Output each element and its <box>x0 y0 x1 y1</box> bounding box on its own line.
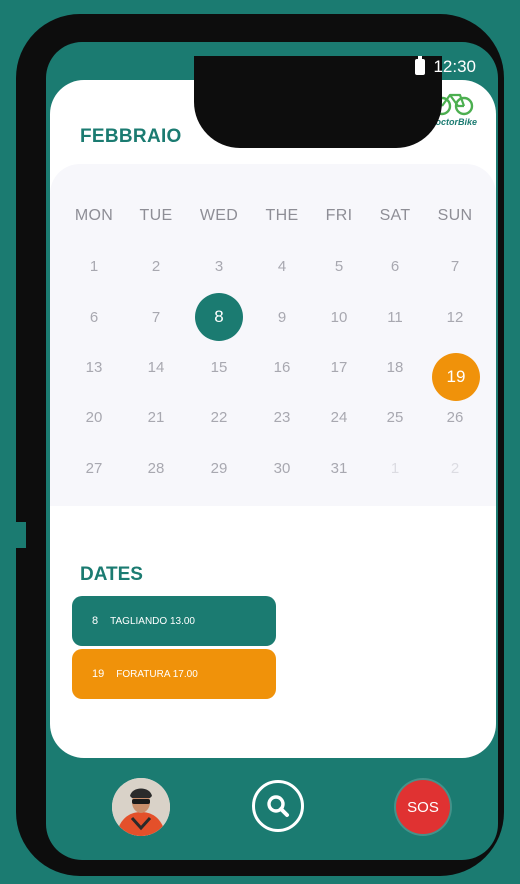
calendar-day[interactable]: 27 <box>69 448 119 488</box>
calendar-day-next-month: 1 <box>390 459 400 477</box>
calendar-day[interactable]: 22 <box>194 397 244 437</box>
month-title: FEBBRAIO <box>80 126 182 147</box>
search-icon <box>267 795 289 817</box>
sos-button[interactable]: SOS <box>396 780 450 834</box>
calendar-day[interactable]: 17 <box>314 347 364 387</box>
calendar-day[interactable]: 20 <box>69 397 119 437</box>
appointment-card[interactable]: 19 FORATURA 17.00 <box>72 649 276 699</box>
calendar-card: DoctorBike FEBBRAIO MON TUE WED THE FRI … <box>50 80 496 758</box>
appointment-day: 8 <box>92 615 99 627</box>
profile-avatar[interactable] <box>112 778 170 836</box>
appointment-card[interactable]: 8 TAGLIANDO 13.00 <box>72 596 276 646</box>
calendar-day[interactable]: 2 <box>131 246 181 286</box>
dates-section-title: DATES <box>80 564 143 585</box>
appointment-label: TAGLIANDO 13.00 <box>110 615 195 627</box>
calendar-day[interactable]: 28 <box>131 448 181 488</box>
weekday-label: SAT <box>379 207 411 224</box>
calendar-day[interactable]: 21 <box>131 397 181 437</box>
week-row: 1 2 3 4 5 6 7 <box>50 246 496 286</box>
calendar-day[interactable]: 5 <box>314 246 364 286</box>
phone-notch <box>194 56 442 148</box>
status-time: 12:30 <box>433 57 476 76</box>
calendar-day[interactable]: 11 <box>370 297 420 337</box>
battery-icon <box>415 56 426 75</box>
appointment-day: 19 <box>92 668 105 680</box>
calendar-day[interactable]: 9 <box>257 297 307 337</box>
appointment-label: FORATURA 17.00 <box>116 668 198 680</box>
phone-screen: DoctorBike FEBBRAIO MON TUE WED THE FRI … <box>46 42 498 860</box>
calendar-day[interactable]: 25 <box>370 397 420 437</box>
phone-side-button-gap <box>12 522 26 548</box>
bottom-navigation: SOS <box>46 762 498 860</box>
weekday-row: MON TUE WED THE FRI SAT SUN <box>50 196 496 236</box>
calendar-day[interactable]: 31 <box>314 448 364 488</box>
selected-day-label: 8 <box>214 307 224 326</box>
selected-day-marker[interactable]: 8 <box>195 293 243 341</box>
weekday-label: WED <box>199 207 239 224</box>
calendar-day[interactable]: 30 <box>257 448 307 488</box>
calendar-day[interactable]: 10 <box>314 297 364 337</box>
calendar-day[interactable]: 6 <box>370 246 420 286</box>
calendar-day[interactable]: 23 <box>257 397 307 437</box>
search-button[interactable] <box>252 780 304 832</box>
weekday-label: MON <box>74 207 114 224</box>
highlighted-day-marker[interactable]: 19 <box>432 353 480 401</box>
calendar-day[interactable]: 15 <box>194 347 244 387</box>
weekday-label: FRI <box>325 207 353 224</box>
calendar-day[interactable]: 26 <box>430 397 480 437</box>
calendar-day[interactable]: 18 <box>370 347 420 387</box>
sos-label: SOS <box>407 798 439 816</box>
week-row: 27 28 29 30 31 1 2 <box>50 448 496 488</box>
calendar-grid: MON TUE WED THE FRI SAT SUN 1 2 3 4 5 6 … <box>50 164 496 506</box>
calendar-day[interactable]: 14 <box>131 347 181 387</box>
calendar-day[interactable]: 7 <box>131 297 181 337</box>
week-row: 20 21 22 23 24 25 26 <box>50 397 496 437</box>
calendar-day[interactable]: 3 <box>194 246 244 286</box>
calendar-day[interactable]: 6 <box>69 297 119 337</box>
weekday-label: TUE <box>139 207 173 224</box>
weekday-label: SUN <box>437 207 473 224</box>
weekday-label: THE <box>265 207 299 224</box>
calendar-day[interactable]: 29 <box>194 448 244 488</box>
calendar-day[interactable]: 13 <box>69 347 119 387</box>
calendar-day[interactable]: 4 <box>257 246 307 286</box>
cyclist-avatar-icon <box>112 778 170 836</box>
calendar-day[interactable]: 7 <box>430 246 480 286</box>
highlighted-day-label: 19 <box>446 367 466 386</box>
week-row: 13 14 15 16 17 18 19 <box>50 347 496 401</box>
week-row: 6 7 8 9 10 11 12 <box>50 293 496 341</box>
calendar-day[interactable]: 16 <box>257 347 307 387</box>
status-bar: 12:30 <box>415 56 476 77</box>
calendar-day[interactable]: 1 <box>69 246 119 286</box>
calendar-day[interactable]: 12 <box>430 297 480 337</box>
calendar-day[interactable]: 24 <box>314 397 364 437</box>
calendar-day-next-month: 2 <box>450 459 460 477</box>
